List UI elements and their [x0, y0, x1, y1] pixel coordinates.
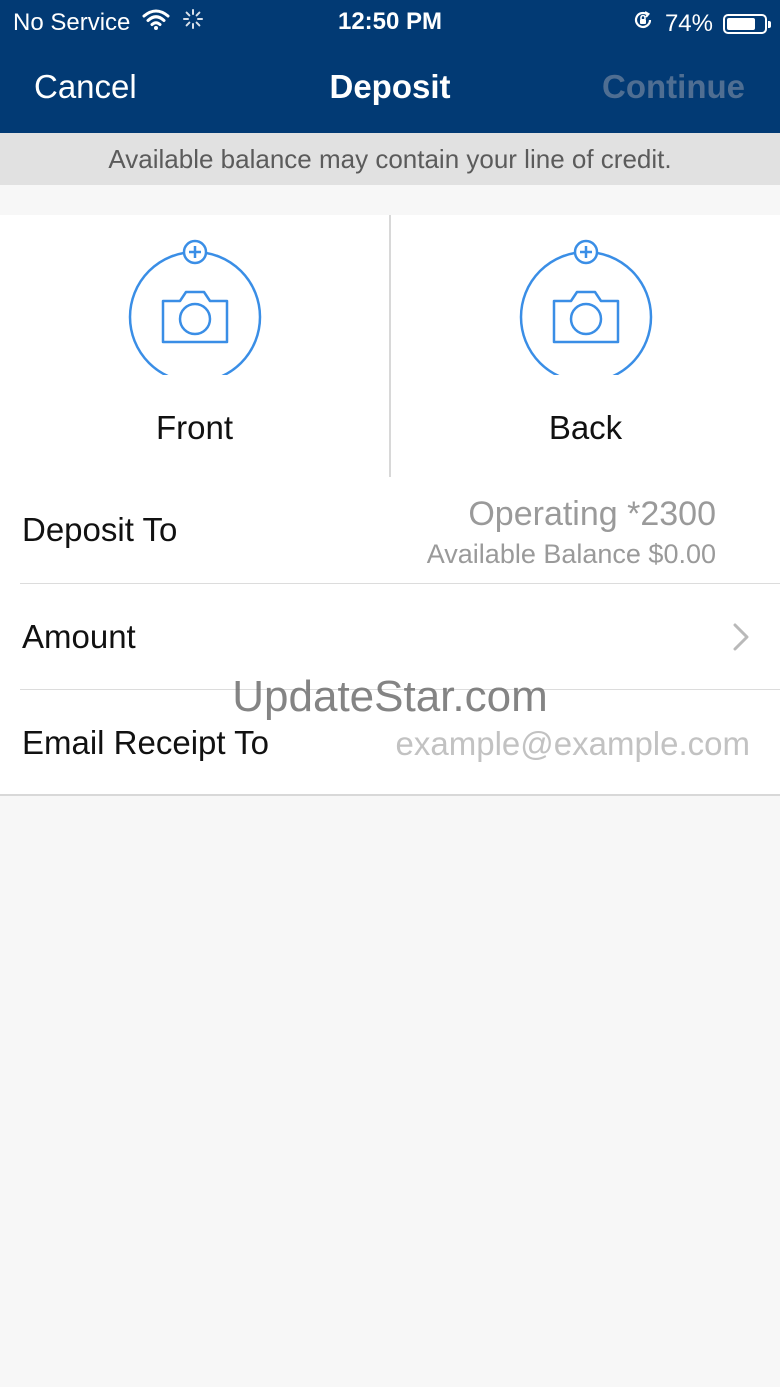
deposit-account: Operating *2300: [468, 495, 716, 533]
deposit-form: Deposit To Operating *2300 Available Bal…: [0, 477, 780, 796]
amount-row[interactable]: Amount: [0, 584, 780, 690]
capture-front-label: Front: [155, 409, 234, 446]
capture-front-tile[interactable]: Front: [0, 215, 389, 477]
orientation-lock-icon: [631, 8, 655, 39]
capture-back-tile[interactable]: Back: [389, 215, 780, 477]
capture-back-label: Back: [548, 409, 623, 446]
continue-button[interactable]: Continue: [602, 68, 745, 106]
email-field[interactable]: example@example.com: [396, 725, 750, 763]
camera-add-icon[interactable]: [518, 239, 654, 384]
camera-add-icon[interactable]: [127, 239, 263, 384]
check-capture: Front Back: [0, 215, 780, 479]
status-bar: No Service 12:50 PM 74%: [0, 0, 780, 44]
amount-label: Amount: [22, 618, 136, 655]
battery-icon: [723, 13, 771, 34]
deposit-to-row[interactable]: Deposit To Operating *2300 Available Bal…: [0, 477, 780, 583]
nav-bar: Cancel Deposit Continue: [0, 44, 780, 133]
email-receipt-label: Email Receipt To: [22, 724, 270, 761]
battery-percent: 74%: [664, 9, 713, 37]
credit-notice-banner: Available balance may contain your line …: [0, 133, 780, 185]
header: No Service 12:50 PM 74% Cancel Deposit C…: [0, 0, 780, 133]
available-balance: Available Balance $0.00: [426, 539, 716, 569]
email-receipt-row[interactable]: Email Receipt To example@example.com: [0, 690, 780, 794]
cancel-button[interactable]: Cancel: [34, 68, 137, 106]
chevron-right-icon: [732, 622, 750, 657]
deposit-to-label: Deposit To: [22, 511, 178, 548]
